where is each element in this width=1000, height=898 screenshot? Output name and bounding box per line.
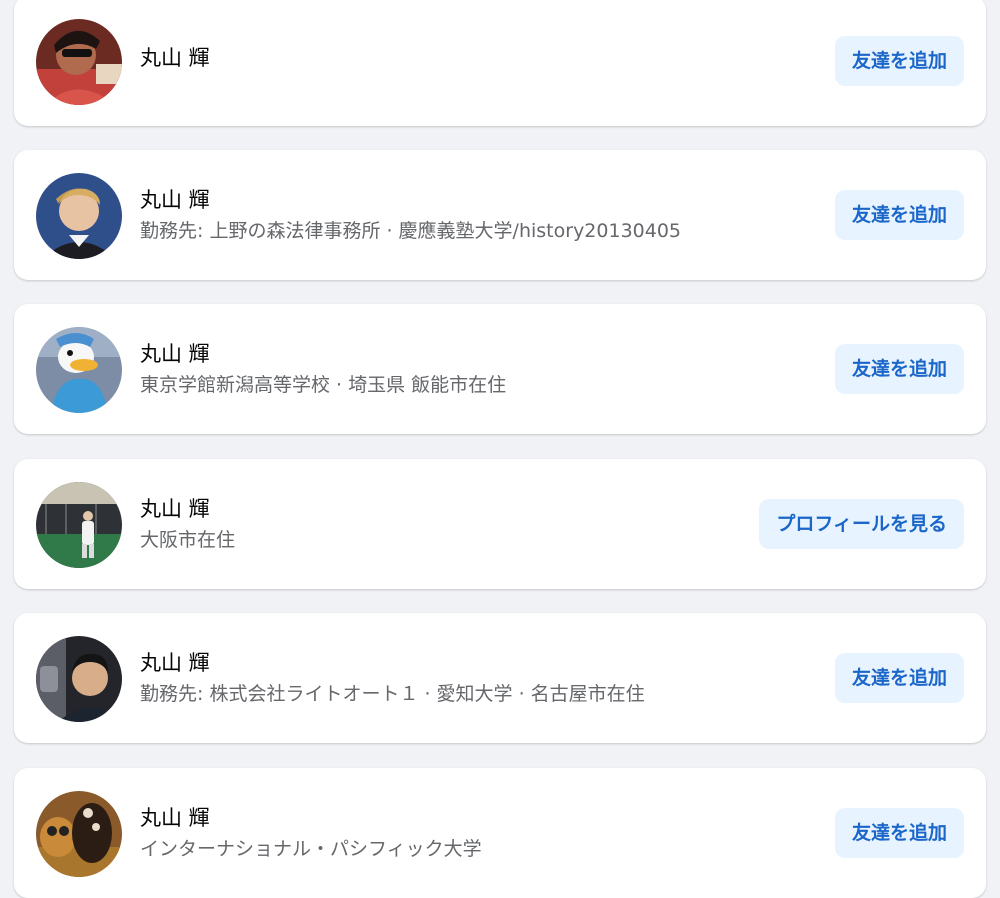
add-friend-button[interactable]: 友達を追加 xyxy=(834,344,964,394)
result-details: 東京学館新潟高等学校 · 埼玉県 飯能市在住 xyxy=(140,374,507,396)
avatar[interactable] xyxy=(36,327,122,413)
result-card[interactable]: 丸山 輝 友達を追加 xyxy=(14,0,986,126)
result-name[interactable]: 丸山 輝 xyxy=(140,804,736,832)
avatar[interactable] xyxy=(36,482,122,568)
avatar[interactable] xyxy=(36,173,122,259)
result-name[interactable]: 丸山 輝 xyxy=(140,495,736,523)
result-card[interactable]: 丸山 輝 勤務先: 上野の森法律事務所 · 慶應義塾大学/history2013… xyxy=(14,150,986,280)
add-friend-button[interactable]: 友達を追加 xyxy=(834,190,964,240)
view-profile-button[interactable]: プロフィールを見る xyxy=(759,499,964,549)
add-friend-button[interactable]: 友達を追加 xyxy=(834,653,964,703)
avatar[interactable] xyxy=(36,636,122,722)
result-name[interactable]: 丸山 輝 xyxy=(140,44,736,72)
result-name[interactable]: 丸山 輝 xyxy=(140,186,736,214)
result-card[interactable]: 丸山 輝 大阪市在住 プロフィールを見る xyxy=(14,459,986,589)
result-card[interactable]: 丸山 輝 インターナショナル・パシフィック大学 友達を追加 xyxy=(14,768,986,898)
result-card[interactable]: 丸山 輝 東京学館新潟高等学校 · 埼玉県 飯能市在住 友達を追加 xyxy=(14,304,986,434)
add-friend-button[interactable]: 友達を追加 xyxy=(834,36,964,86)
result-details: 勤務先: 株式会社ライトオート１ · 愛知大学 · 名古屋市在住 xyxy=(140,683,645,705)
result-name[interactable]: 丸山 輝 xyxy=(140,340,736,368)
result-card[interactable]: 丸山 輝 勤務先: 株式会社ライトオート１ · 愛知大学 · 名古屋市在住 友達… xyxy=(14,613,986,743)
result-details: 勤務先: 上野の森法律事務所 · 慶應義塾大学/history20130405 xyxy=(140,220,682,242)
result-details: インターナショナル・パシフィック大学 xyxy=(140,838,482,860)
result-name[interactable]: 丸山 輝 xyxy=(140,649,736,677)
avatar[interactable] xyxy=(36,19,122,105)
avatar[interactable] xyxy=(36,791,122,877)
add-friend-button[interactable]: 友達を追加 xyxy=(834,808,964,858)
result-details: 大阪市在住 xyxy=(140,529,236,551)
